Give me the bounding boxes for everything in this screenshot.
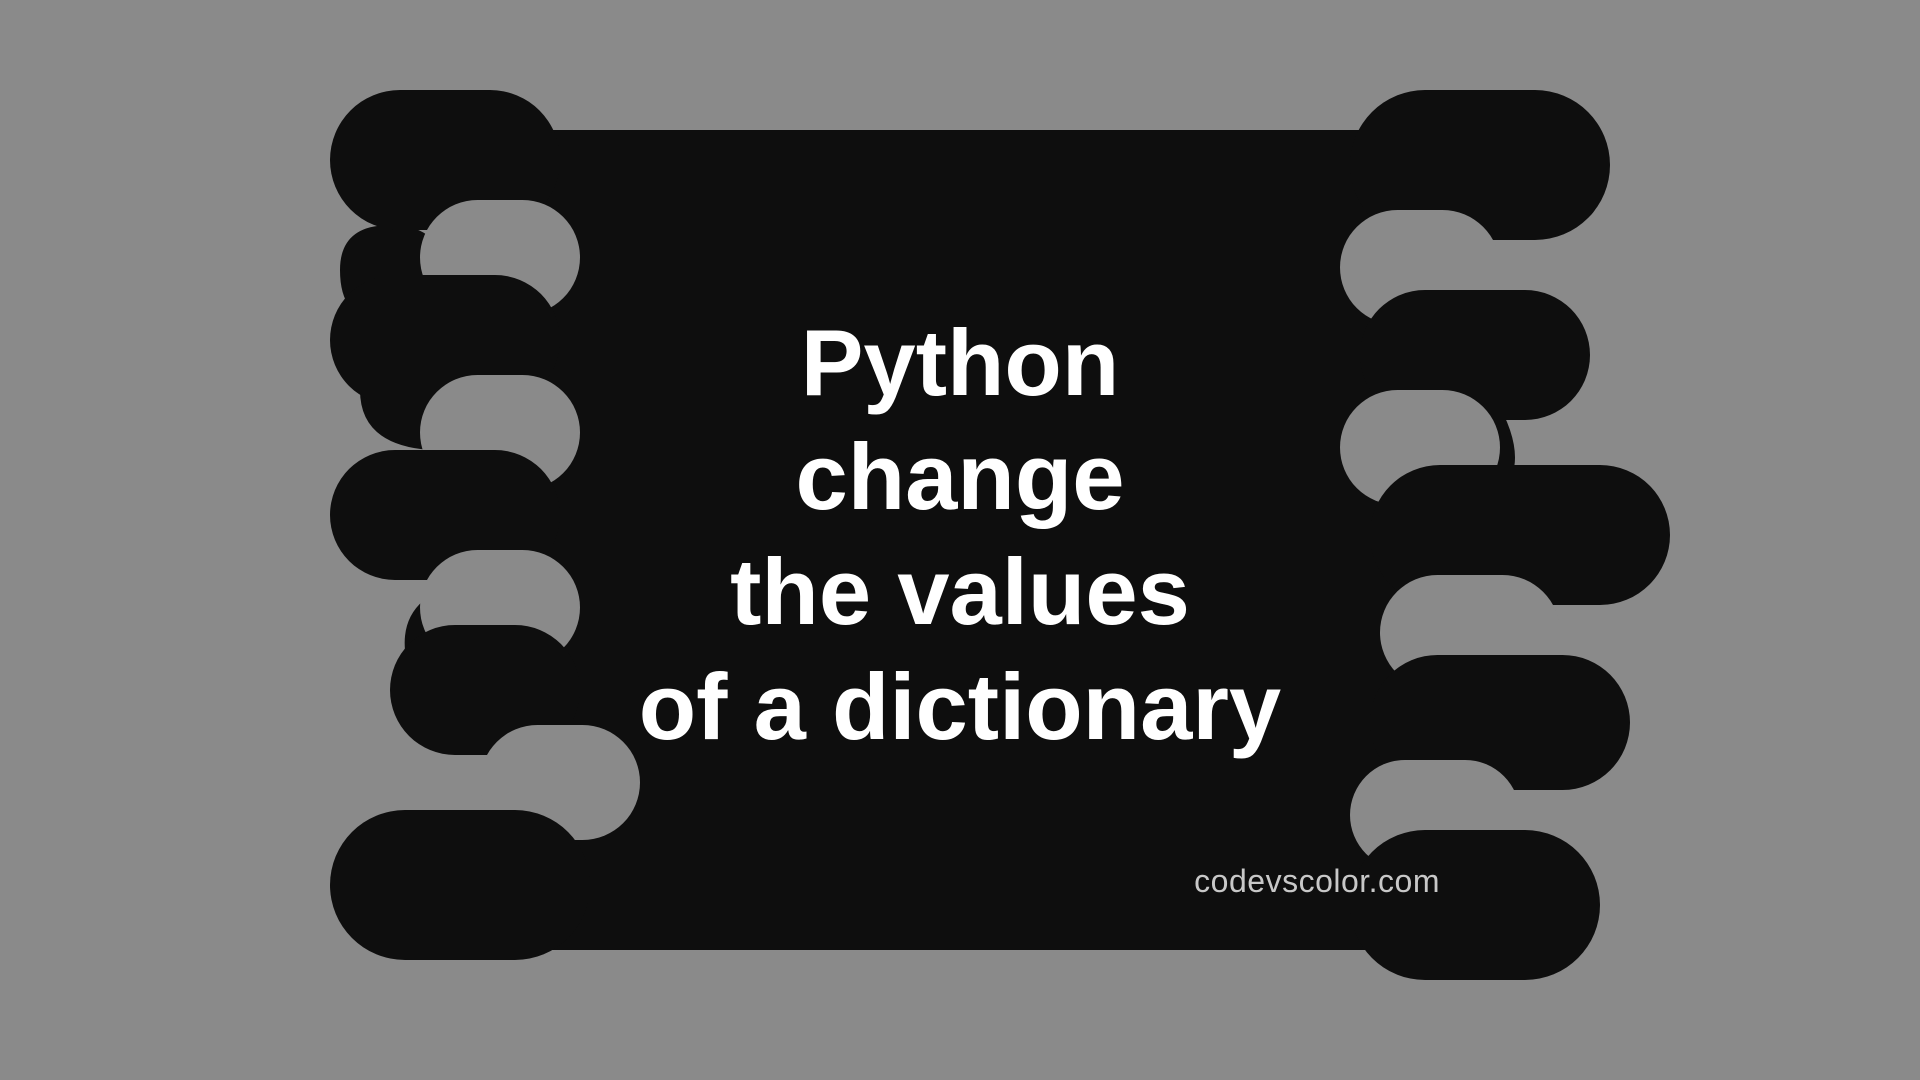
title-line-4: of a dictionary <box>639 650 1281 765</box>
hero-card: Python change the values of a dictionary… <box>220 130 1700 950</box>
title-text: Python change the values of a dictionary <box>639 306 1281 765</box>
title-line-3: the values <box>639 535 1281 650</box>
credit-text: codevscolor.com <box>1194 863 1440 900</box>
title-block: Python change the values of a dictionary <box>220 130 1700 950</box>
title-line-2: change <box>639 420 1281 535</box>
title-line-1: Python <box>639 306 1281 421</box>
